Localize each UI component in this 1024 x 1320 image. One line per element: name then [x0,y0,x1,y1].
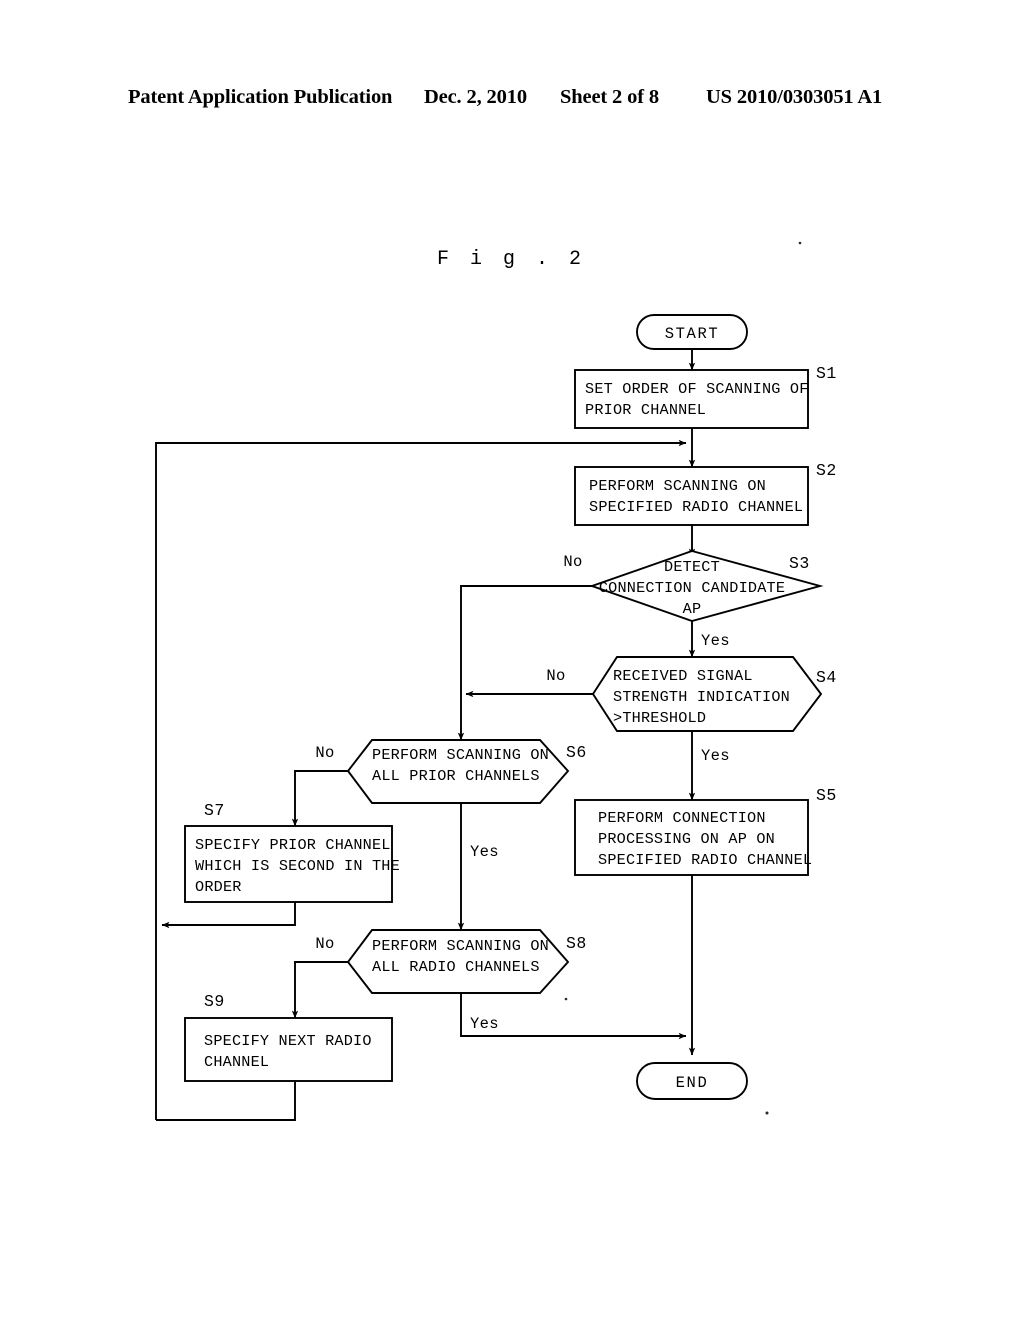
node-s5: PERFORM CONNECTION PROCESSING ON AP ON S… [574,786,837,876]
node-s6-line-1: PERFORM SCANNING ON [372,746,549,764]
branch-label-s4-yes: Yes [701,747,730,765]
step-label-s1: S1 [816,364,837,383]
node-end-label: END [676,1074,709,1092]
node-s8-line-1: PERFORM SCANNING ON [372,937,549,955]
step-label-s8: S8 [566,934,587,953]
node-s9-line-2: CHANNEL [204,1053,269,1071]
step-label-s7: S7 [204,801,225,820]
branch-label-s8-no: No [315,935,334,953]
node-s4-line-3: >THRESHOLD [613,709,706,727]
node-s7-line-3: ORDER [195,878,242,896]
branch-label-s8-yes: Yes [470,1015,499,1033]
branch-label-s6-no: No [315,744,334,762]
node-s3-line-3: AP [683,600,702,618]
step-label-s2: S2 [816,461,837,480]
step-label-s6: S6 [566,743,587,762]
node-start: START [636,314,748,350]
flowchart-diagram: START SET ORDER OF SCANNING OF PRIOR CHA… [155,241,837,1121]
step-label-s4: S4 [816,668,837,687]
edge-s9-to-feedback [156,1081,296,1121]
edge-s6-no-to-s7 [291,770,348,827]
scan-speck [765,1111,769,1115]
node-s6-line-2: ALL PRIOR CHANNELS [372,767,540,785]
edge-s8-no-to-s9 [291,961,348,1019]
branch-label-s3-yes: Yes [701,632,730,650]
scan-speck [564,997,568,1001]
patent-drawing-page: Patent Application Publication Dec. 2, 2… [0,0,1024,1320]
node-s5-line-1: PERFORM CONNECTION [598,809,766,827]
node-end: END [636,1062,748,1100]
scan-speck [798,241,802,245]
node-s1-line-2: PRIOR CHANNEL [585,401,706,419]
node-s2-line-2: SPECIFIED RADIO CHANNEL [589,498,803,516]
step-label-s5: S5 [816,786,837,805]
node-s1: SET ORDER OF SCANNING OF PRIOR CHANNEL S… [574,364,837,429]
edge-s3-no-to-s6 [457,585,592,741]
node-s1-line-1: SET ORDER OF SCANNING OF [585,380,809,398]
edge-s7-to-feedback [161,902,296,929]
step-label-s9: S9 [204,992,225,1011]
branch-label-s3-no: No [563,553,582,571]
node-s2-line-1: PERFORM SCANNING ON [589,477,766,495]
node-s2: PERFORM SCANNING ON SPECIFIED RADIO CHAN… [574,461,837,526]
node-s5-line-2: PROCESSING ON AP ON [598,830,775,848]
node-s7-line-2: WHICH IS SECOND IN THE [195,857,400,875]
node-start-label: START [665,325,720,343]
node-s7-line-1: SPECIFY PRIOR CHANNEL [195,836,391,854]
node-s4-line-2: STRENGTH INDICATION [613,688,790,706]
node-s4-line-1: RECEIVED SIGNAL [613,667,753,685]
node-s5-line-3: SPECIFIED RADIO CHANNEL [598,851,812,869]
node-s9-line-1: SPECIFY NEXT RADIO [204,1032,372,1050]
node-s7: SPECIFY PRIOR CHANNEL WHICH IS SECOND IN… [184,801,400,903]
node-s3-line-1: DETECT [664,558,720,576]
branch-label-s4-no: No [546,667,565,685]
node-s3-line-2: CONNECTION CANDIDATE [599,579,785,597]
step-label-s3: S3 [789,554,810,573]
node-s8-line-2: ALL RADIO CHANNELS [372,958,540,976]
node-s9: SPECIFY NEXT RADIO CHANNEL S9 [184,992,393,1082]
branch-label-s6-yes: Yes [470,843,499,861]
